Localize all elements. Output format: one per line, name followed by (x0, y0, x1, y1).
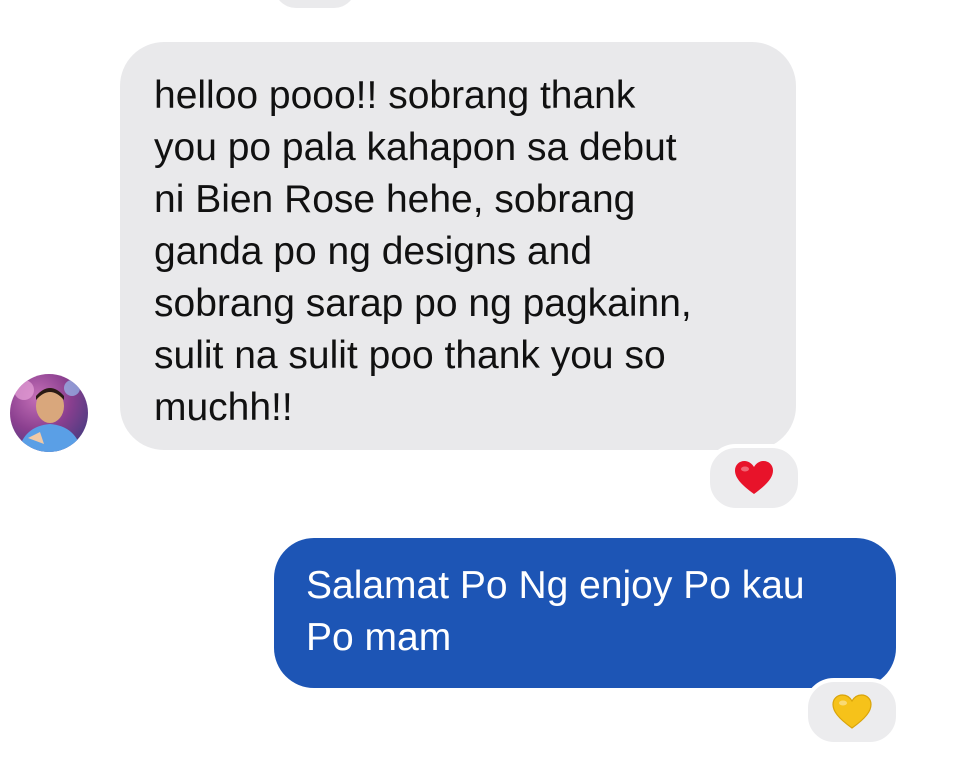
red-heart-icon (735, 461, 773, 494)
sent-message-bubble[interactable]: Salamat Po Ng enjoy Po kau Po mam (274, 538, 896, 688)
previous-reaction-badge[interactable] (274, 0, 356, 8)
received-reaction-badge[interactable] (706, 444, 802, 512)
avatar-photo-icon (14, 380, 82, 452)
sender-avatar[interactable] (10, 374, 88, 452)
sent-reaction-badge[interactable] (804, 678, 900, 746)
chat-thread: helloo pooo!! sobrang thank you po pala … (0, 0, 960, 768)
received-message-bubble[interactable]: helloo pooo!! sobrang thank you po pala … (120, 42, 796, 450)
yellow-heart-icon (832, 694, 872, 729)
